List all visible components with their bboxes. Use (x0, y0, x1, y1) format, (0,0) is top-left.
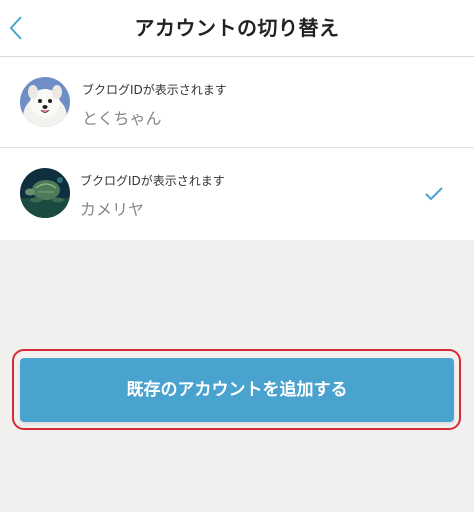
account-name: カメリヤ (80, 200, 145, 219)
checkmark-icon (425, 187, 443, 201)
account-list: ブクログIDが表示されます とくちゃん ブクログIDが表示されます カメリヤ (0, 57, 474, 240)
page-title: アカウントの切り替え (134, 16, 340, 40)
sea-turtle-avatar-icon (20, 168, 70, 218)
samoyed-dog-avatar-icon (20, 77, 70, 127)
header-bar: アカウントの切り替え (0, 0, 474, 57)
account-name: とくちゃん (82, 109, 162, 128)
account-row-kameriya[interactable]: ブクログIDが表示されます カメリヤ (0, 148, 474, 240)
account-id-label: ブクログIDが表示されます (82, 83, 227, 97)
account-row-tokuchan[interactable]: ブクログIDが表示されます とくちゃん (0, 57, 474, 148)
avatar (20, 77, 70, 127)
avatar (20, 168, 70, 218)
add-existing-account-button[interactable]: 既存のアカウントを追加する (20, 358, 454, 422)
account-id-label: ブクログIDが表示されます (80, 174, 225, 188)
